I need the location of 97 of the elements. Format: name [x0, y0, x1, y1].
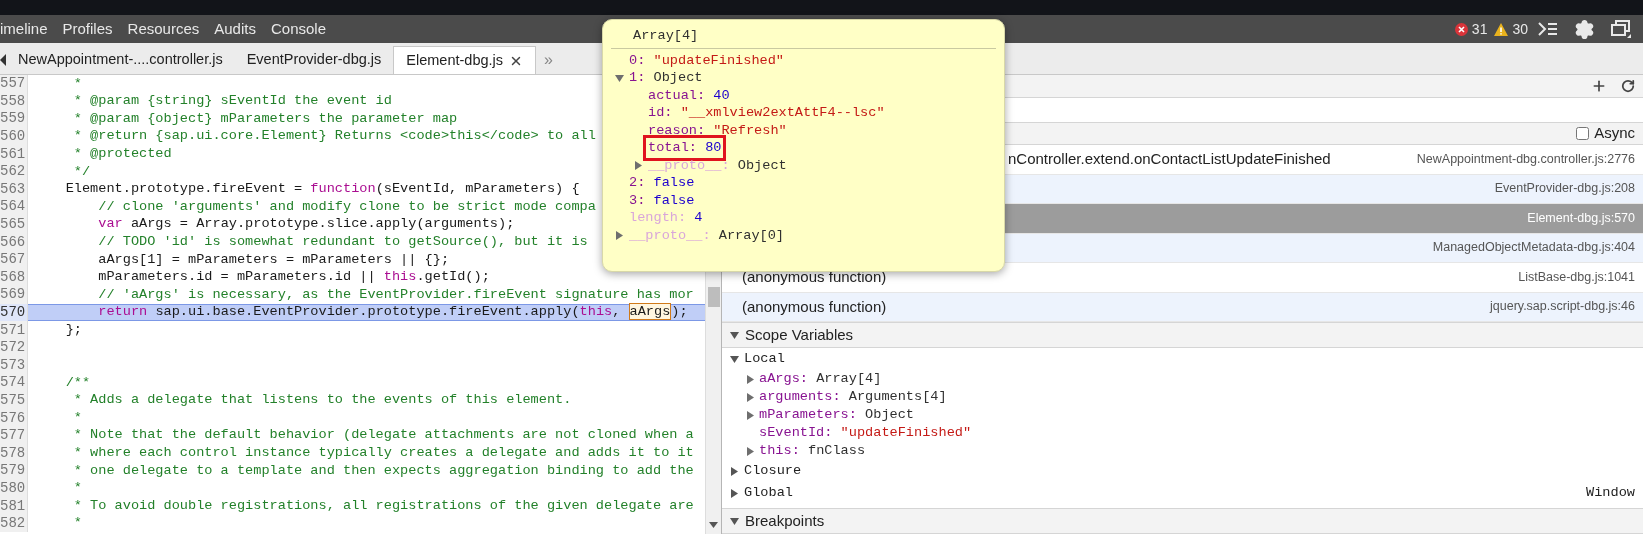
code-line: return sap.ui.base.EventProvider.prototype.fireEvent.apply(this, aArgs);: [97, 302, 688, 323]
code-line: * where each control instance typically creates a delegate and adds it to it: [72, 444, 694, 463]
scrollbar-thumb[interactable]: [707, 287, 720, 307]
panel-tab[interactable]: imeline: [0, 15, 49, 43]
frame-location[interactable]: ManagedObjectMetadata-dbg.js:404: [1432, 238, 1635, 258]
line-number: 566: [0, 233, 28, 251]
collapsed-arrow-icon[interactable]: [730, 466, 739, 476]
frame-location[interactable]: jquery.sap.script-dbg.js:46: [1490, 297, 1635, 317]
code-line: * Note that the default behavior (delegate attachments are not cloned when a: [72, 426, 694, 445]
code-line: *: [72, 479, 82, 498]
scope-value: Window: [1586, 483, 1635, 502]
property-entry: reason: "Refresh": [647, 121, 788, 140]
line-number: 557: [0, 75, 28, 93]
scope-variable: mParameters: Object: [759, 405, 915, 424]
line-number: 559: [0, 110, 28, 128]
code-line: /**: [64, 373, 91, 392]
property-entry: length: 4: [628, 209, 704, 228]
expanded-arrow-icon[interactable]: [730, 516, 739, 526]
code-line: * Adds a delegate that listens to the events of this element.: [72, 391, 572, 410]
async-checkbox[interactable]: [1576, 127, 1590, 140]
panel-tab[interactable]: Profiles: [61, 15, 114, 43]
function-name: nController.extend.onContactListUpdateFinished: [1008, 149, 1331, 169]
error-icon[interactable]: [1454, 22, 1468, 36]
scope-group[interactable]: Global: [744, 482, 793, 504]
scope-variable: arguments: Arguments[4]: [759, 387, 947, 406]
scroll-down-icon[interactable]: [709, 522, 718, 528]
line-number: 581: [0, 497, 28, 515]
expanded-arrow-icon[interactable]: [730, 330, 739, 340]
popover-title: Array[4]: [632, 27, 700, 45]
warning-count[interactable]: 30: [1512, 18, 1528, 40]
console-drawer-icon[interactable]: [1538, 21, 1558, 37]
scope-variable: aArgs: Array[4]: [759, 369, 882, 388]
file-tab[interactable]: Element-dbg.js: [393, 46, 536, 74]
breakpoints-header[interactable]: Breakpoints: [722, 508, 1643, 534]
frame-location[interactable]: ListBase-dbg.js:1041: [1518, 267, 1635, 287]
line-number: 578: [0, 444, 28, 463]
scope-variable: sEventId: "updateFinished": [759, 423, 972, 442]
code-line: *: [72, 74, 82, 93]
code-line: * @param {object} mParameters the parameter map: [72, 109, 458, 128]
collapsed-arrow-icon[interactable]: [615, 231, 624, 241]
file-tab[interactable]: NewAppointment-....controller.js: [6, 46, 235, 74]
property-entry: 2: false: [628, 174, 696, 193]
code-line: *: [72, 514, 82, 533]
collapsed-arrow-icon[interactable]: [746, 446, 755, 456]
scope-header[interactable]: Scope Variables: [722, 322, 1643, 348]
code-line: // clone 'arguments' and modify clone to be strict mode compa: [97, 197, 596, 216]
scope-variable: this: fnClass: [759, 441, 866, 460]
line-number: 579: [0, 462, 28, 480]
property-entry: actual: 40: [647, 86, 731, 105]
file-tab[interactable]: EventProvider-dbg.js: [234, 46, 394, 74]
scope-group[interactable]: Local: [744, 348, 785, 370]
code-line: aArgs[1] = mParameters = mParameters || {};: [97, 250, 450, 269]
code-line: * To avoid double registrations, all registrations of the given delegate are: [72, 496, 694, 515]
call-frame[interactable]: (anonymous function) jquery.sap.script-dbg.js:46: [722, 292, 1643, 322]
line-number: 571: [0, 321, 28, 339]
dock-icon[interactable]: [1611, 20, 1631, 38]
collapsed-arrow-icon[interactable]: [730, 488, 739, 498]
code-line: mParameters.id = mParameters.id || this.getId();: [97, 268, 490, 287]
code-line: */: [72, 162, 91, 181]
line-number: 569: [0, 286, 28, 304]
line-number: 574: [0, 374, 28, 392]
code-line: * @protected: [72, 145, 172, 163]
async-label: Async: [1594, 123, 1635, 144]
property-entry: total: 80: [646, 138, 724, 159]
left-arrow-icon[interactable]: [0, 54, 6, 66]
error-count[interactable]: 31: [1471, 18, 1488, 40]
line-number: 561: [0, 145, 28, 163]
property-entry: 0: "updateFinished": [628, 51, 786, 70]
collapsed-arrow-icon[interactable]: [634, 161, 643, 171]
panel-tab[interactable]: Resources: [126, 15, 201, 43]
expanded-arrow-icon[interactable]: [615, 73, 624, 83]
code-line: Element.prototype.fireEvent = function(sEventId, mParameters) {: [64, 180, 580, 199]
code-line: *: [72, 408, 82, 427]
code-line: * @param {string} sEventId the event id: [72, 92, 392, 111]
expanded-arrow-icon[interactable]: [730, 354, 739, 364]
code-line: };: [64, 320, 82, 339]
frame-location[interactable]: EventProvider-dbg.js:208: [1494, 179, 1635, 199]
warning-icon[interactable]: [1494, 22, 1509, 36]
line-number: 564: [0, 198, 28, 216]
code-line: // TODO 'id' is somewhat redundant to getSource(), but it is: [97, 232, 588, 251]
line-number: 576: [0, 409, 28, 427]
refresh-icon[interactable]: [1621, 79, 1635, 93]
code-line: var aArgs = Array.prototype.slice.apply(arguments);: [97, 215, 515, 234]
code-line: // 'aArgs' is necessary, as the EventProvider.fireEvent signature has mor: [97, 285, 694, 304]
settings-icon[interactable]: [1574, 18, 1595, 40]
code-line: * @return {sap.ui.core.Element} Returns <code>this</code> to all: [72, 127, 596, 146]
panel-tab[interactable]: Audits: [213, 15, 257, 43]
property-entry: id: "__xmlview2extAttF4--lsc": [647, 104, 886, 123]
function-name: (anonymous function): [742, 296, 887, 317]
code-line: * one delegate to a template and then expects aggregation binding to add the: [72, 461, 694, 480]
scope-group[interactable]: Closure: [744, 460, 802, 482]
property-entry: 3: false: [628, 191, 696, 210]
panel-tab[interactable]: Console: [269, 15, 327, 43]
frame-location[interactable]: NewAppointment-dbg.controller.js:2776: [1416, 149, 1635, 169]
property-entry: 1: Object: [628, 69, 704, 88]
function-name: (anonymous function): [742, 267, 887, 287]
add-icon[interactable]: [1591, 78, 1607, 94]
